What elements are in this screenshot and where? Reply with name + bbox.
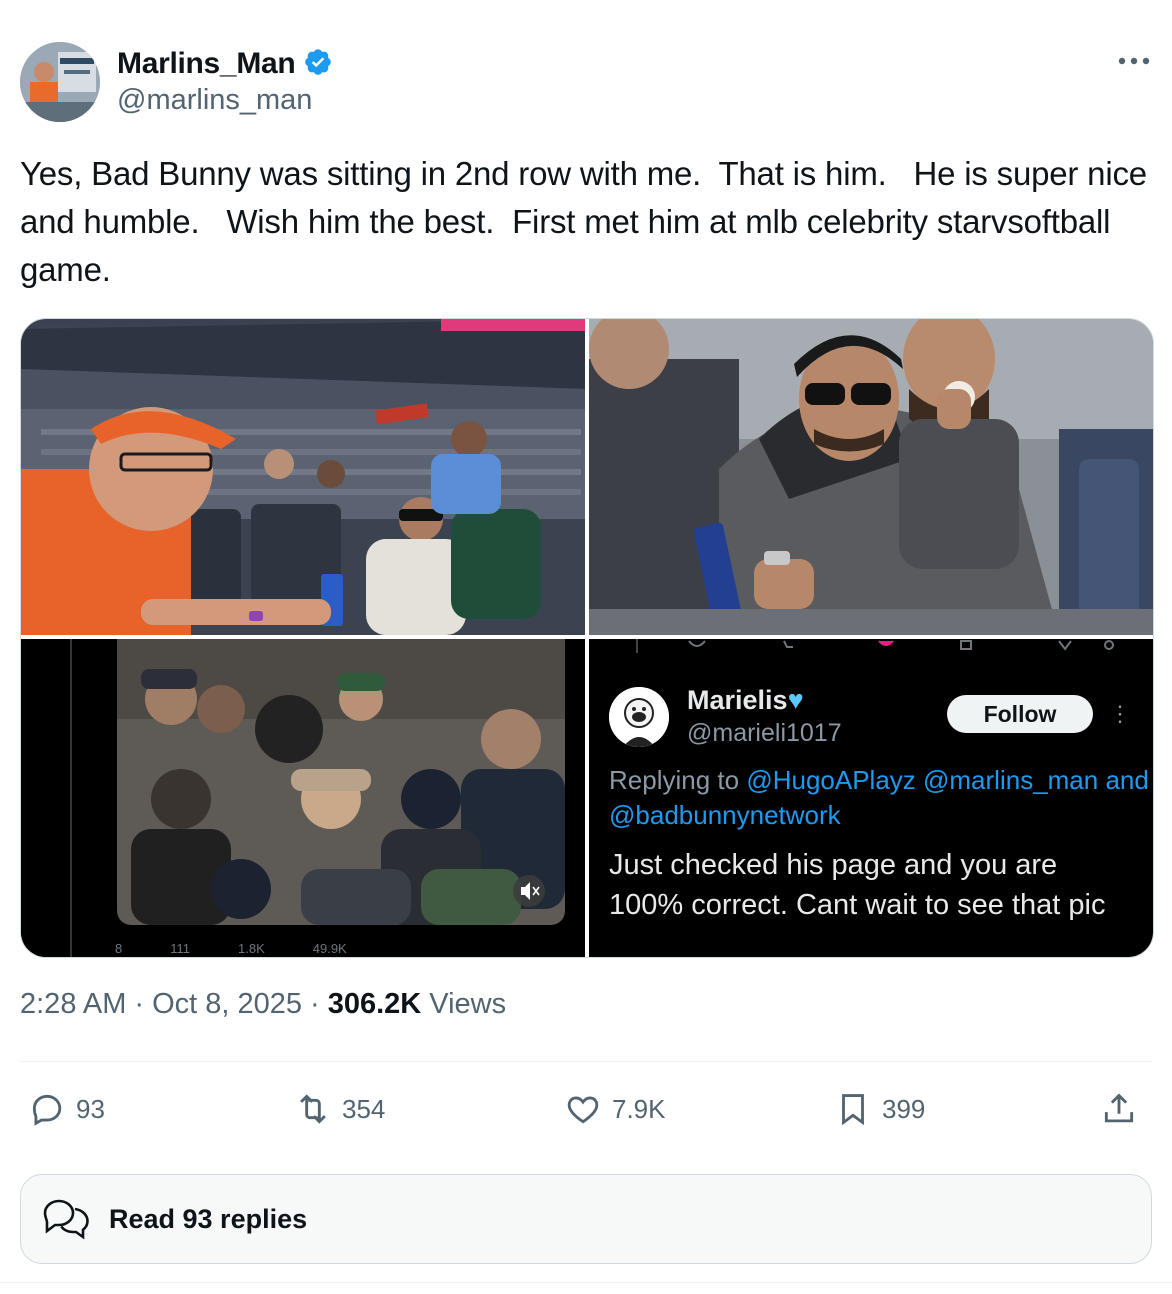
repost-icon xyxy=(300,1094,326,1124)
bookmark-count: 399 xyxy=(882,1093,926,1124)
photo-stadium-selfie[interactable] xyxy=(21,319,585,635)
share-icon xyxy=(1104,1093,1134,1123)
video-reposts-count: 111 xyxy=(170,941,190,956)
bottom-divider xyxy=(0,1282,1172,1283)
author-name[interactable]: Marlins_Man xyxy=(117,47,296,81)
heart-icon xyxy=(567,1096,599,1124)
screenshot-avatar xyxy=(609,687,669,747)
author-avatar[interactable] xyxy=(20,42,100,122)
repost-count: 354 xyxy=(342,1093,386,1124)
screenshot-replying-to: Replying to @HugoAPlayz @marlins_man and… xyxy=(609,765,1149,830)
screenshot-text: Just checked his page and you are 100% c… xyxy=(609,849,1106,921)
tweet-meta: 2:28 AM · Oct 8, 2025 · 306.2K Views xyxy=(20,988,507,1021)
author-name-row: Marlins_Man xyxy=(117,44,333,84)
read-replies-label: Read 93 replies xyxy=(109,1203,308,1234)
conversation-icon xyxy=(43,1199,89,1240)
like-button[interactable]: 7.9K xyxy=(564,1090,666,1128)
screenshot-action-bar-icon xyxy=(636,639,1114,653)
screenshot-more-icon: ⋮ xyxy=(1109,701,1131,726)
screenshot-handle: @marieli1017 xyxy=(687,719,842,747)
read-replies-button[interactable]: Read 93 replies xyxy=(20,1174,1152,1264)
video-views-count: 49.9K xyxy=(312,941,347,956)
bookmark-button[interactable]: 399 xyxy=(834,1090,925,1128)
repost-button[interactable]: 354 xyxy=(294,1090,385,1128)
video-replies-count: 8 xyxy=(115,941,123,956)
more-options-icon[interactable] xyxy=(1114,46,1154,76)
like-count: 7.9K xyxy=(612,1093,666,1124)
blue-heart-icon: ♥ xyxy=(787,685,804,715)
reply-screenshot[interactable]: Marielis♥ @marieli1017 Follow ⋮ Replying… xyxy=(589,639,1153,957)
verified-badge-icon xyxy=(303,47,333,82)
screenshot-follow-button: Follow xyxy=(947,695,1093,733)
action-bar: 93 354 7.9K 399 xyxy=(20,1090,1152,1134)
share-button[interactable] xyxy=(1100,1090,1138,1128)
bookmark-icon xyxy=(842,1094,864,1126)
screenshot-name: Marielis♥ xyxy=(687,685,804,715)
video-likes-count: 1.8K xyxy=(238,941,265,956)
video-crowd[interactable]: 8 111 1.8K 49.9K xyxy=(21,639,585,957)
reply-count: 93 xyxy=(76,1093,105,1124)
photo-man-sunglasses[interactable] xyxy=(589,319,1153,635)
media-grid: 8 111 1.8K 49.9K Marielis♥ @marieli1017 … xyxy=(20,318,1154,958)
views-count: 306.2K Views xyxy=(327,988,507,1020)
reply-icon xyxy=(32,1094,62,1126)
tweet-text: Yes, Bad Bunny was sitting in 2nd row wi… xyxy=(20,155,1156,288)
divider xyxy=(20,1061,1152,1062)
video-metrics: 8 111 1.8K 49.9K xyxy=(115,941,585,957)
author-handle[interactable]: @marlins_man xyxy=(117,84,312,117)
reply-button[interactable]: 93 xyxy=(28,1090,105,1128)
tweet-time[interactable]: 2:28 AM xyxy=(20,988,126,1021)
tweet-date[interactable]: Oct 8, 2025 xyxy=(152,988,302,1021)
